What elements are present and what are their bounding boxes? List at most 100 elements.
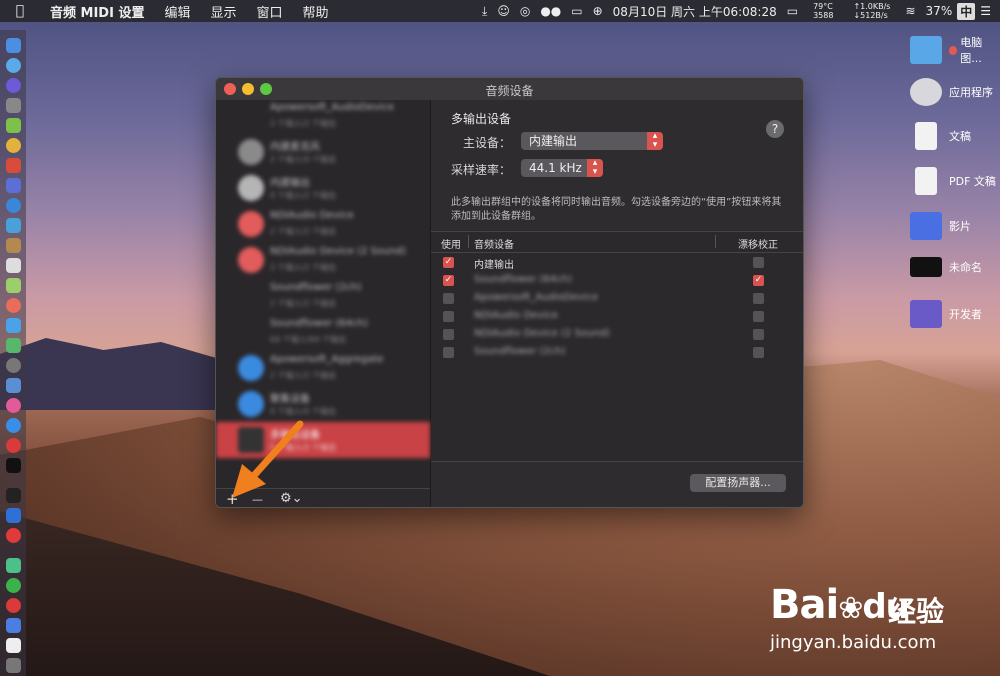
yandex-icon[interactable]	[6, 528, 21, 543]
device-row[interactable]: 内建麦克风 2 个输入/0 个输出	[216, 134, 430, 170]
facetime-icon[interactable]	[6, 338, 21, 353]
apple-menu-icon[interactable]: 	[0, 3, 40, 19]
device-io: 0 个输入/0 个输出	[270, 407, 336, 416]
desktop-item-0[interactable]: 电脑图...	[910, 34, 1000, 66]
qq-icon[interactable]: ☺	[492, 4, 515, 18]
android-icon[interactable]	[6, 118, 21, 133]
battery-monitor-icon[interactable]: ▭	[782, 4, 803, 18]
siri-icon[interactable]	[6, 78, 21, 93]
menu-view[interactable]: 显示	[200, 2, 246, 21]
vpn-icon[interactable]	[6, 508, 21, 523]
desktop-item-3[interactable]: PDF 文稿	[910, 167, 1000, 195]
use-checkbox[interactable]	[443, 293, 454, 304]
use-checkbox[interactable]	[443, 329, 454, 340]
maps-icon[interactable]	[6, 278, 21, 293]
wechat-icon[interactable]	[6, 578, 21, 593]
folder-icon	[910, 36, 942, 64]
textedit-icon[interactable]	[6, 638, 21, 653]
menu-help[interactable]: 帮助	[293, 2, 339, 21]
device-row[interactable]: Apowersoft_AudioDevice 2 个输入/2 个输出	[216, 98, 430, 134]
menu-edit[interactable]: 编辑	[154, 2, 200, 21]
col-drift[interactable]: 漂移校正	[738, 236, 778, 251]
preview-icon[interactable]	[6, 218, 21, 233]
dots-icon[interactable]: ●●	[535, 4, 566, 18]
device-row[interactable]: Soundflower (64ch) 64 个输入/64 个输出	[216, 314, 430, 350]
folder-icon[interactable]	[6, 618, 21, 633]
chrome-icon[interactable]	[6, 138, 21, 153]
activity-monitor-icon[interactable]	[6, 488, 21, 503]
app-icon-red[interactable]	[6, 158, 21, 173]
device-io: 2 个输入/2 个输出	[270, 263, 336, 272]
configure-speakers-button[interactable]: 配置扬声器...	[690, 474, 786, 492]
appstore-icon[interactable]	[6, 418, 21, 433]
download-icon[interactable]: ⤓	[477, 4, 492, 19]
compass-icon[interactable]: ◎	[515, 4, 535, 18]
col-use[interactable]: 使用	[441, 236, 461, 251]
keynote-icon[interactable]	[6, 378, 21, 393]
drift-checkbox[interactable]	[753, 329, 764, 340]
messages-icon[interactable]	[6, 318, 21, 333]
system-prefs-icon[interactable]	[6, 358, 21, 373]
drift-checkbox-checked[interactable]: ✓	[753, 275, 764, 286]
app-icon-blue[interactable]	[6, 178, 21, 193]
input-method[interactable]: 中	[957, 2, 976, 20]
wifi-icon[interactable]: ≋	[900, 4, 920, 18]
column-divider	[468, 235, 469, 248]
clock-datetime[interactable]: 08月10日 周六 上午06:08:28	[608, 3, 782, 20]
device-row[interactable]: NDIAudio Device (2 Sound) 2 个输入/2 个输出	[216, 242, 430, 278]
use-checkbox-checked[interactable]: ✓	[443, 257, 454, 268]
temp-text: 79°C	[813, 2, 833, 11]
detail-footer: 配置扬声器...	[431, 461, 803, 507]
col-device[interactable]: 音频设备	[474, 236, 514, 251]
netease-music-icon[interactable]	[6, 598, 21, 613]
device-row[interactable]: Apowersoft_Aggregate 2 个输入/2 个输出	[216, 350, 430, 386]
device-row[interactable]: NDIAudio Device 2 个输入/2 个输出	[216, 206, 430, 242]
desktop-item-4[interactable]: 影片	[910, 212, 1000, 240]
device-row[interactable]: 聚集设备 0 个输入/0 个输出	[216, 386, 430, 422]
window-title: 音频设备	[485, 84, 534, 98]
desktop-item-5[interactable]: 未命名	[910, 257, 1000, 277]
drift-checkbox[interactable]	[753, 293, 764, 304]
device-list: Apowersoft_AudioDevice 2 个输入/2 个输出 内建麦克风…	[216, 100, 430, 460]
calendar-icon[interactable]	[6, 258, 21, 273]
net-stats[interactable]: ↑1.0KB/s ↓512B/s	[843, 2, 900, 20]
use-checkbox[interactable]	[443, 347, 454, 358]
master-device-select[interactable]: 内建输出 ▴ ▾	[521, 132, 663, 150]
drift-checkbox[interactable]	[753, 347, 764, 358]
photos-icon[interactable]	[6, 298, 21, 313]
table-row: Apowersoft_AudioDevice	[431, 290, 803, 308]
cpu-stats[interactable]: 79°C 3588	[803, 2, 843, 20]
menu-app-name[interactable]: 音频 MIDI 设置	[40, 2, 154, 21]
baidu-watermark: Bai❀du 经验 jingyan.baidu.com	[760, 568, 970, 668]
help-button[interactable]: ?	[766, 120, 784, 138]
launchpad-icon[interactable]	[6, 58, 21, 73]
device-row[interactable]: Soundflower (2ch) 2 个输入/2 个输出	[216, 278, 430, 314]
safari-icon[interactable]	[6, 198, 21, 213]
terminal-icon[interactable]	[6, 458, 21, 473]
battery-percent[interactable]: 37%	[921, 4, 958, 18]
vivaldi-icon[interactable]	[6, 438, 21, 453]
globe-icon[interactable]: ⊕	[588, 4, 608, 18]
finder-icon[interactable]	[6, 38, 21, 53]
list-icon[interactable]: ☰	[975, 4, 996, 18]
device-name: 聚集设备	[270, 394, 310, 405]
desktop-item-6[interactable]: 开发者	[910, 300, 1000, 328]
itunes-icon[interactable]	[6, 398, 21, 413]
menu-window[interactable]: 窗口	[247, 2, 293, 21]
sample-rate-select[interactable]: 44.1 kHz ▴ ▾	[521, 159, 603, 177]
desktop-item-2[interactable]: 文稿	[910, 122, 1000, 150]
device-io: 2 个输入/2 个输出	[270, 119, 336, 128]
trash-icon[interactable]	[6, 658, 21, 673]
audio-midi-icon[interactable]	[6, 558, 21, 573]
developer-icon	[910, 300, 942, 328]
device-row[interactable]: 内建输出 0 个输入/2 个输出	[216, 170, 430, 206]
desktop-item-1[interactable]: 应用程序	[910, 78, 1000, 106]
rocket-icon[interactable]	[6, 98, 21, 113]
drift-checkbox[interactable]	[753, 257, 764, 268]
drift-checkbox[interactable]	[753, 311, 764, 322]
table-header: 使用 音频设备 漂移校正	[431, 232, 803, 253]
use-checkbox[interactable]	[443, 311, 454, 322]
notes-icon[interactable]	[6, 238, 21, 253]
display-icon[interactable]: ▭	[566, 4, 587, 18]
use-checkbox-checked[interactable]: ✓	[443, 275, 454, 286]
